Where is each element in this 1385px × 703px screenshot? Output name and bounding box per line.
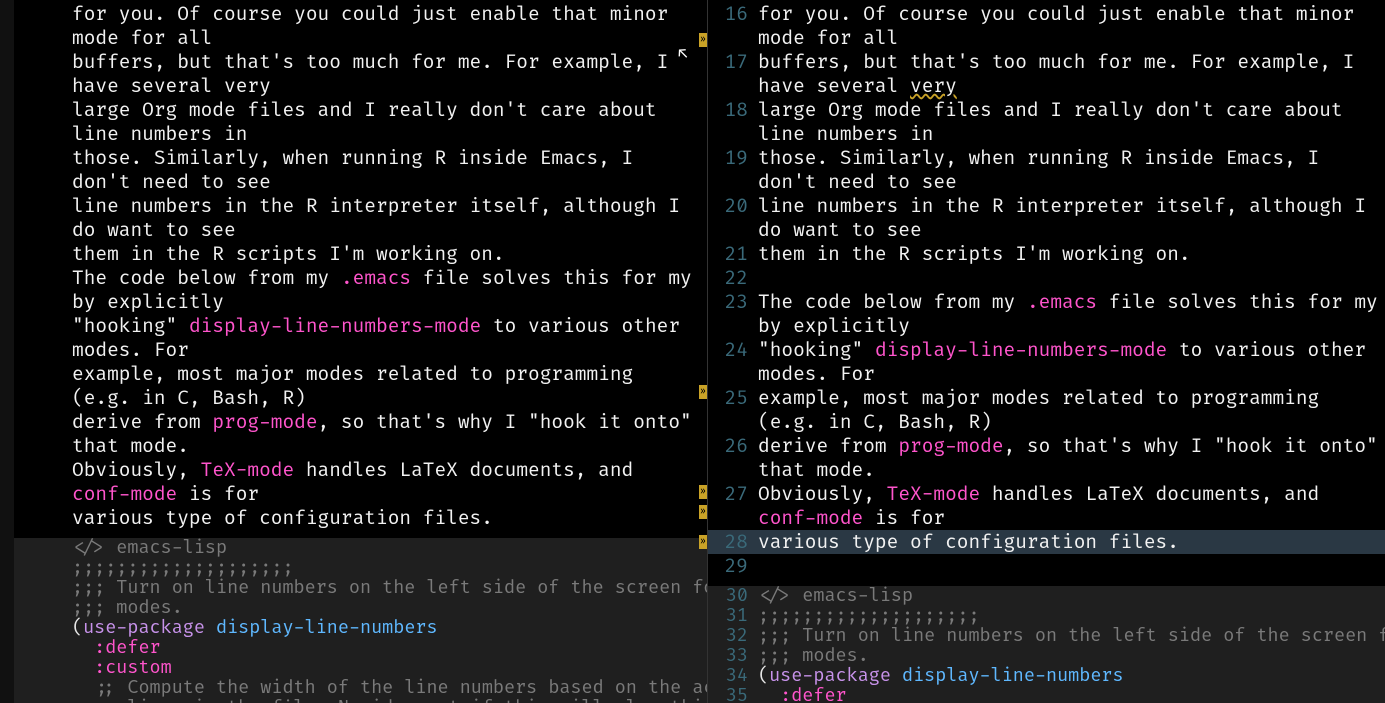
code-line[interactable]: ;;;;;;;;;;;;;;;;;;;;	[14, 558, 707, 578]
overflow-indicator-icon: »	[699, 385, 707, 399]
prose-line[interactable]: 16for you. Of course you could just enab…	[708, 2, 1385, 50]
code-region-left[interactable]: </> emacs-lisp;;;;;;;;;;;;;;;;;;;;;;; Tu…	[14, 538, 707, 703]
line-number: 20	[708, 194, 758, 218]
prose-region-left[interactable]: for you. Of course you could just enable…	[14, 0, 707, 538]
overflow-indicator-icon: »	[699, 535, 707, 549]
line-number: 21	[708, 242, 758, 266]
code-line[interactable]: 32;;; Turn on line numbers on the left s…	[708, 626, 1385, 646]
code-line[interactable]: 34(use-package display-line-numbers	[708, 666, 1385, 686]
prose-line[interactable]: The code below from my .emacs file solve…	[72, 266, 701, 314]
prose-line[interactable]: 21them in the R scripts I'm working on.	[708, 242, 1385, 266]
code-line[interactable]: :custom	[14, 658, 707, 678]
line-number: 34	[708, 666, 758, 686]
line-number: 32	[708, 626, 758, 646]
prose-line[interactable]: 27Obviously, TeX-mode handles LaTeX docu…	[708, 482, 1385, 530]
code-line[interactable]: ;;; Turn on line numbers on the left sid…	[14, 578, 707, 598]
prose-line[interactable]: them in the R scripts I'm working on.	[72, 242, 701, 266]
code-line[interactable]: (use-package display-line-numbers	[14, 618, 707, 638]
prose-line[interactable]: 19those. Similarly, when running R insid…	[708, 146, 1385, 194]
overflow-indicator-icon: »	[699, 505, 707, 519]
prose-line[interactable]: 26derive from prog-mode, so that's why I…	[708, 434, 1385, 482]
prose-line[interactable]: 29	[708, 554, 1385, 578]
code-region-right[interactable]: 30</> emacs-lisp31;;;;;;;;;;;;;;;;;;;;32…	[708, 586, 1385, 703]
prose-line[interactable]: large Org mode files and I really don't …	[72, 98, 701, 146]
line-number: 31	[708, 606, 758, 626]
far-left-margin	[0, 0, 14, 703]
line-number: 27	[708, 482, 758, 506]
code-line[interactable]: 33;;; modes.	[708, 646, 1385, 666]
code-line[interactable]: 35 :defer	[708, 686, 1385, 703]
code-line[interactable]: ;;; modes.	[14, 598, 707, 618]
prose-line[interactable]: line numbers in the R interpreter itself…	[72, 194, 701, 242]
prose-line[interactable]: 28various type of configuration files.	[708, 530, 1385, 554]
prose-line[interactable]: 24"hooking" display-line-numbers-mode to…	[708, 338, 1385, 386]
line-number: 23	[708, 290, 758, 314]
code-line[interactable]: :defer	[14, 638, 707, 658]
line-number: 16	[708, 2, 758, 26]
pane-left[interactable]: for you. Of course you could just enable…	[14, 0, 708, 703]
code-line[interactable]: ;; lines in the file. No idea yet if thi…	[14, 698, 707, 703]
prose-line[interactable]: 18large Org mode files and I really don'…	[708, 98, 1385, 146]
line-number: 29	[708, 554, 758, 578]
prose-line[interactable]: various type of configuration files.	[72, 506, 701, 530]
code-line[interactable]: ;; Compute the width of the line numbers…	[14, 678, 707, 698]
pane-right[interactable]: 16for you. Of course you could just enab…	[708, 0, 1385, 703]
prose-line[interactable]: "hooking" display-line-numbers-mode to v…	[72, 314, 701, 362]
prose-line[interactable]: those. Similarly, when running R inside …	[72, 146, 701, 194]
code-line[interactable]: </> emacs-lisp	[14, 538, 707, 558]
prose-region-right[interactable]: 16for you. Of course you could just enab…	[708, 0, 1385, 586]
prose-line[interactable]: 17buffers, but that's too much for me. F…	[708, 50, 1385, 98]
line-number: 22	[708, 266, 758, 290]
prose-line[interactable]: 25example, most major modes related to p…	[708, 386, 1385, 434]
line-number: 17	[708, 50, 758, 74]
editor-root: for you. Of course you could just enable…	[0, 0, 1385, 703]
line-number: 35	[708, 686, 758, 703]
overflow-indicator-icon: »	[699, 33, 707, 47]
line-number: 24	[708, 338, 758, 362]
prose-line[interactable]: for you. Of course you could just enable…	[72, 2, 701, 50]
prose-line[interactable]: 22	[708, 266, 1385, 290]
line-number: 26	[708, 434, 758, 458]
line-number: 28	[708, 530, 758, 554]
prose-line[interactable]: example, most major modes related to pro…	[72, 362, 701, 410]
line-number: 25	[708, 386, 758, 410]
prose-line[interactable]: 20line numbers in the R interpreter itse…	[708, 194, 1385, 242]
prose-line[interactable]: 23The code below from my .emacs file sol…	[708, 290, 1385, 338]
prose-line[interactable]: derive from prog-mode, so that's why I "…	[72, 410, 701, 458]
line-number: 30	[708, 586, 758, 606]
line-number: 18	[708, 98, 758, 122]
line-number: 19	[708, 146, 758, 170]
prose-line[interactable]: Obviously, TeX-mode handles LaTeX docume…	[72, 458, 701, 506]
overflow-indicator-icon: »	[699, 485, 707, 499]
prose-line[interactable]: buffers, but that's too much for me. For…	[72, 50, 701, 98]
code-line[interactable]: 30</> emacs-lisp	[708, 586, 1385, 606]
line-number: 33	[708, 646, 758, 666]
code-line[interactable]: 31;;;;;;;;;;;;;;;;;;;;	[708, 606, 1385, 626]
